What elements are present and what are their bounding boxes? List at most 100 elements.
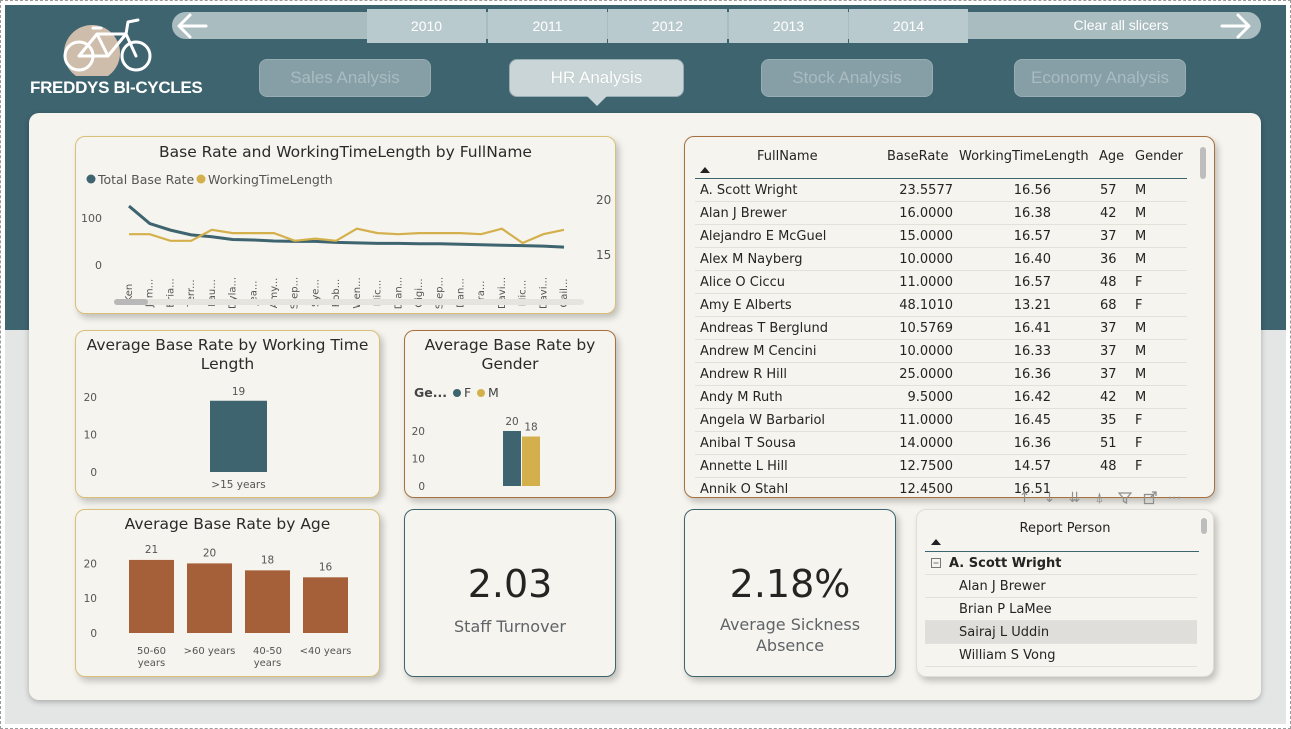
report-person-item[interactable]: William S Vong bbox=[925, 644, 1197, 667]
legend-label-1[interactable]: WorkingTimeLength bbox=[208, 172, 333, 187]
gender-chart-card[interactable]: Average Base Rate by Gender Ge... F M 20… bbox=[404, 330, 616, 498]
sort-up-icon[interactable]: ↑ bbox=[1014, 488, 1035, 508]
table-cell: M bbox=[1135, 252, 1147, 267]
report-person-item[interactable]: Sairaj L Uddin bbox=[925, 621, 1197, 644]
series-line-total-base-rate[interactable] bbox=[128, 204, 565, 249]
table-row[interactable]: Alice O Ciccu 11.0000 16.57 48 F bbox=[695, 271, 1187, 294]
bar-wtl[interactable] bbox=[210, 400, 267, 472]
filter-icon[interactable] bbox=[1114, 488, 1135, 508]
table-row[interactable]: Alejandro E McGuel 15.0000 16.57 37 M bbox=[695, 225, 1187, 248]
table-cell: M bbox=[1135, 206, 1147, 221]
table-cell: 37 bbox=[1100, 229, 1117, 244]
table-row[interactable]: Amy E Alberts 48.1010 13.21 68 F bbox=[695, 294, 1187, 317]
table-row[interactable]: Alex M Nayberg 10.0000 16.40 36 M bbox=[695, 248, 1187, 271]
sort-ascending-icon[interactable] bbox=[700, 166, 710, 174]
bar-data-label: 19 bbox=[232, 386, 245, 398]
table-cell: 35 bbox=[1100, 413, 1117, 428]
employee-table-card[interactable]: FullName BaseRate WorkingTimeLength Age … bbox=[684, 136, 1215, 498]
legend-f-marker bbox=[453, 389, 461, 397]
col-age[interactable]: Age bbox=[1099, 149, 1124, 164]
drill-icon[interactable]: ⍋ bbox=[1089, 488, 1110, 508]
more-options-icon[interactable]: ⋯ bbox=[1164, 488, 1185, 508]
gender-bar-chart: Ge... F M 20 10 0 20 18 bbox=[412, 385, 540, 493]
report-person-root[interactable]: A. Scott Wright bbox=[925, 552, 1197, 575]
sort-down-icon[interactable]: ↓ bbox=[1039, 488, 1060, 508]
table-cell: Angela W Barbariol bbox=[700, 413, 826, 428]
bar-gender-m[interactable] bbox=[522, 436, 540, 487]
chart-scrollbar-thumb[interactable] bbox=[114, 299, 148, 305]
expand-all-icon[interactable]: ⇊ bbox=[1064, 488, 1085, 508]
report-person-item[interactable]: Brian P LaMee bbox=[925, 598, 1197, 621]
col-workingtimelength[interactable]: WorkingTimeLength bbox=[959, 149, 1089, 164]
table-row[interactable]: A. Scott Wright 23.5577 16.56 57 M bbox=[695, 179, 1187, 202]
table-row[interactable]: Andy M Ruth 9.5000 16.42 42 M bbox=[695, 386, 1187, 409]
sort-ascending-icon[interactable] bbox=[931, 538, 941, 546]
bar-age[interactable] bbox=[129, 559, 174, 633]
bar-category-label: >60 years bbox=[184, 646, 236, 657]
nav-economy-analysis[interactable]: Economy Analysis bbox=[1014, 59, 1186, 97]
year-2014-button[interactable]: 2014 bbox=[849, 9, 968, 43]
y-tick-label: 10 bbox=[84, 430, 97, 442]
table-row[interactable]: Andrew M Cencini 10.0000 16.33 37 M bbox=[695, 340, 1187, 363]
table-cell: 57 bbox=[1100, 183, 1117, 198]
table-cell: 16.42 bbox=[1013, 390, 1051, 405]
table-cell: 37 bbox=[1100, 344, 1117, 359]
y-tick-label: 20 bbox=[84, 392, 97, 404]
table-cell: 37 bbox=[1100, 321, 1117, 336]
table-row[interactable]: Angela W Barbariol 11.0000 16.45 35 F bbox=[695, 409, 1187, 432]
table-cell: 48 bbox=[1100, 275, 1117, 290]
table-row[interactable]: Annette L Hill 12.7500 14.57 48 F bbox=[695, 455, 1187, 478]
table-cell: 16.57 bbox=[1013, 229, 1051, 244]
table-row[interactable]: Andrew R Hill 25.0000 16.36 37 M bbox=[695, 363, 1187, 386]
col-fullname[interactable]: FullName bbox=[757, 149, 818, 164]
table-cell: 16.33 bbox=[1013, 344, 1051, 359]
legend-f-label[interactable]: F bbox=[464, 385, 471, 400]
table-cell: F bbox=[1135, 275, 1143, 290]
bar-category-label: 40-50 bbox=[253, 646, 282, 657]
table-row[interactable]: Anibal T Sousa 14.0000 16.36 51 F bbox=[695, 432, 1187, 455]
col-baserate[interactable]: BaseRate bbox=[887, 149, 948, 164]
col-gender[interactable]: Gender bbox=[1135, 149, 1183, 164]
year-2013-button[interactable]: 2013 bbox=[729, 9, 848, 43]
slicer-scrollbar[interactable] bbox=[1201, 518, 1207, 534]
wtl-bar-chart: 20 10 0 19 >15 years bbox=[84, 386, 267, 491]
table-row[interactable]: Alan J Brewer 16.0000 16.38 42 M bbox=[695, 202, 1187, 225]
nav-stock-analysis[interactable]: Stock Analysis bbox=[761, 59, 933, 97]
table-cell: 16.41 bbox=[1013, 321, 1051, 336]
report-person-item[interactable]: Alan J Brewer bbox=[925, 575, 1197, 598]
year-2010-button[interactable]: 2010 bbox=[367, 9, 486, 43]
collapse-icon[interactable] bbox=[931, 558, 941, 568]
bar-age[interactable] bbox=[245, 570, 290, 633]
line-chart-card[interactable]: Base Rate and WorkingTimeLength by FullN… bbox=[75, 136, 616, 314]
legend-label-0[interactable]: Total Base Rate bbox=[97, 172, 195, 187]
y-tick-label: 0 bbox=[90, 467, 97, 479]
bar-data-label: 16 bbox=[319, 561, 333, 573]
bar-data-label: 20 bbox=[203, 547, 216, 559]
year-2012-button[interactable]: 2012 bbox=[608, 9, 727, 43]
gender-legend-title: Ge... bbox=[414, 385, 447, 400]
table-scrollbar[interactable] bbox=[1200, 147, 1206, 179]
clear-slicers-button[interactable]: Clear all slicers bbox=[1060, 14, 1182, 36]
focus-mode-icon[interactable] bbox=[1139, 488, 1160, 508]
age-chart-card[interactable]: Average Base Rate by Age 20 10 0 21 50-60 yea… bbox=[75, 509, 380, 677]
table-cell: 16.36 bbox=[1013, 367, 1051, 382]
table-cell: 51 bbox=[1100, 436, 1117, 451]
bar-age[interactable] bbox=[187, 563, 232, 633]
table-row[interactable]: Andreas T Berglund 10.5769 16.41 37 M bbox=[695, 317, 1187, 340]
year-2011-button[interactable]: 2011 bbox=[488, 9, 607, 43]
arrow-right-icon[interactable] bbox=[1218, 10, 1254, 42]
table-cell: 13.21 bbox=[1013, 298, 1051, 313]
table-cell: 16.36 bbox=[1013, 436, 1051, 451]
table-cell: 10.5769 bbox=[899, 321, 953, 336]
report-person-slicer[interactable]: Report Person A. Scott Wright Alan J Bre… bbox=[916, 509, 1214, 677]
bar-age[interactable] bbox=[303, 577, 348, 633]
table-cell: M bbox=[1135, 229, 1147, 244]
nav-hr-analysis[interactable]: HR Analysis bbox=[509, 59, 684, 97]
wtl-chart-card[interactable]: Average Base Rate by Working Time Length… bbox=[75, 330, 380, 498]
arrow-left-icon[interactable] bbox=[174, 10, 210, 42]
table-cell: Andrew R Hill bbox=[700, 367, 787, 382]
nav-sales-analysis[interactable]: Sales Analysis bbox=[259, 59, 431, 97]
legend-m-label[interactable]: M bbox=[488, 385, 499, 400]
bar-category-label: 50-60 bbox=[137, 646, 166, 657]
bar-gender-f[interactable] bbox=[503, 431, 521, 486]
